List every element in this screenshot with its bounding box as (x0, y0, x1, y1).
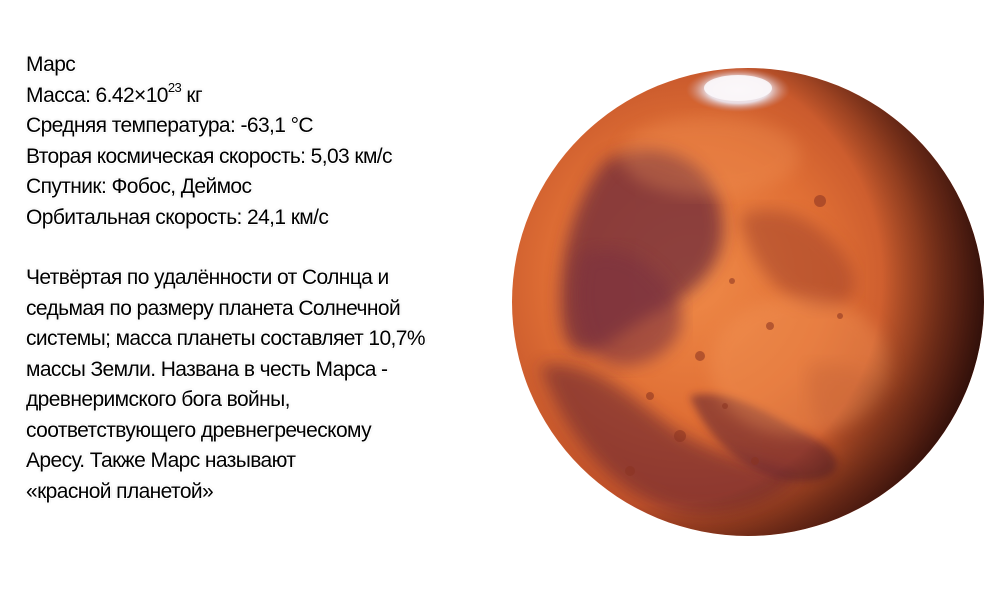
description-line: седьмая по размеру планета Солнечной (26, 296, 401, 320)
info-text: Марс Масса: 6.42×1023 кг Средняя темпера… (26, 50, 496, 507)
mass-exponent: 23 (167, 79, 182, 95)
description-line: соответствующего древнегреческому (26, 418, 372, 442)
description-line: Аресу. Также Марс называют (26, 449, 296, 472)
temperature-line: Средняя температура: -63,1 °C (26, 114, 314, 137)
mass-line: Масса: 6.42×1023 кг (26, 81, 496, 112)
mars-planet-graphic (512, 68, 984, 536)
orbital-velocity-line: Орбитальная скорость: 24,1 км/с (26, 205, 329, 229)
description-line: Четвёртая по удалённости от Солнца и (26, 266, 389, 289)
description-line: древнеримского бога войны, (26, 388, 290, 411)
description-line: массы Земли. Названа в честь Марса - (26, 357, 388, 381)
description-line: системы; масса планеты составляет 10,7% (26, 327, 426, 350)
satellites-line: Спутник: Фобос, Деймос (26, 175, 252, 198)
planet-name: Марс (26, 53, 76, 76)
escape-velocity-line: Вторая космическая скорость: 5,03 км/с (26, 144, 393, 168)
mars-image (510, 66, 986, 538)
mass-unit: кг (181, 83, 203, 107)
description: Четвёртая по удалённости от Солнца и сед… (26, 263, 496, 507)
description-line: «красной планетой» (26, 479, 214, 503)
mass-value: Масса: 6.42×10 (26, 83, 168, 107)
